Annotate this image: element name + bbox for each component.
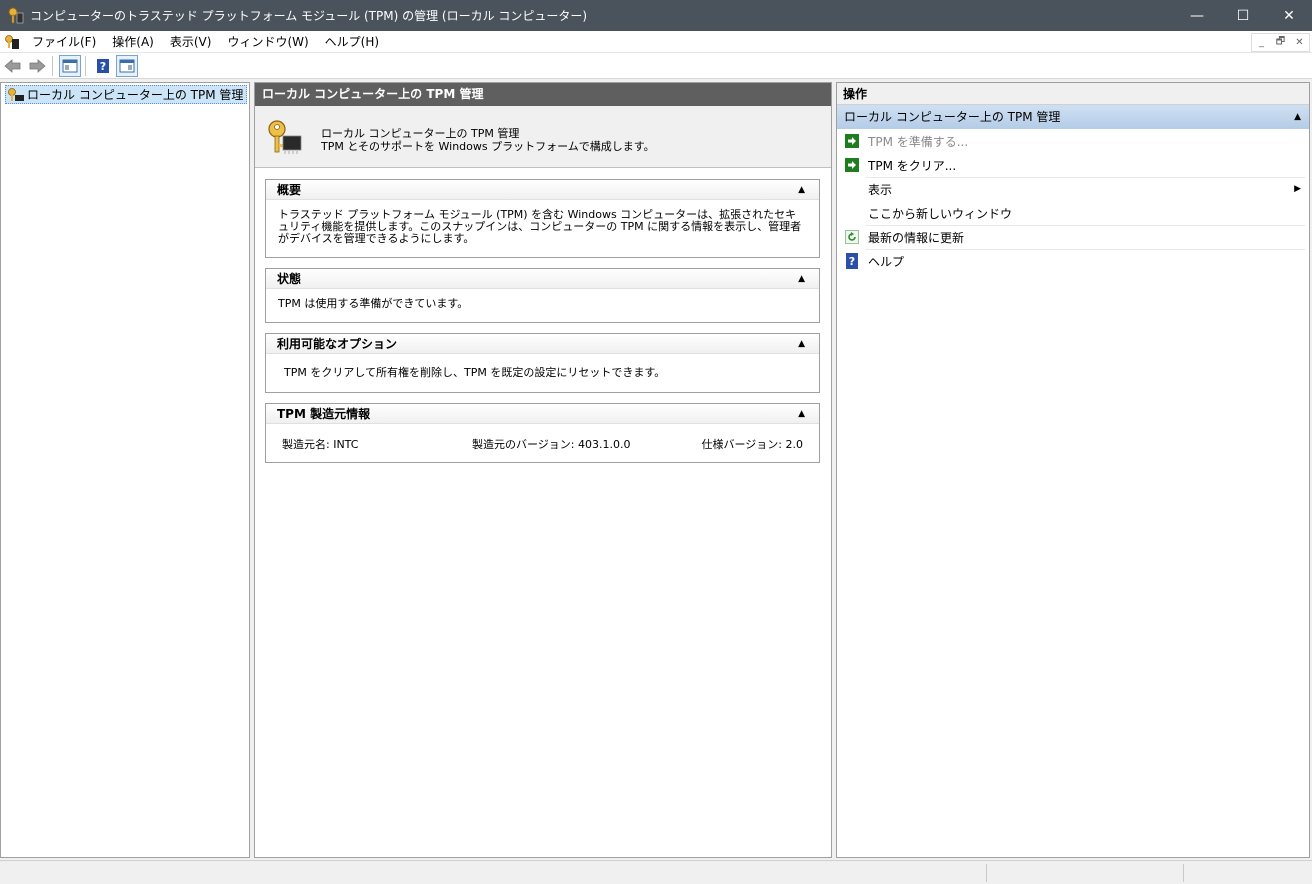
mdi-close-button[interactable]: ✕ [1290, 34, 1309, 51]
options-section-title: 利用可能なオプション [277, 337, 398, 351]
green-arrow-icon [844, 133, 860, 149]
menu-view[interactable]: 表示(V) [162, 31, 220, 53]
tree-item-tpm-management[interactable]: ローカル コンピューター上の TPM 管理 [5, 85, 248, 104]
show-hide-action-pane-button[interactable] [116, 54, 138, 77]
menu-action[interactable]: 操作(A) [104, 31, 162, 53]
action-view[interactable]: 表示 ▶ [837, 177, 1309, 201]
actions-group-label: ローカル コンピューター上の TPM 管理 [844, 110, 1061, 124]
overview-section: 概要 ▲ トラステッド プラットフォーム モジュール (TPM) を含む Win… [265, 179, 820, 258]
minimize-icon: — [1190, 7, 1204, 24]
actions-pane-header: 操作 [837, 83, 1309, 105]
close-icon: ✕ [1283, 7, 1295, 24]
submenu-arrow-icon: ▶ [1294, 184, 1301, 194]
svg-text:?: ? [849, 255, 855, 268]
toolbar-separator [52, 55, 53, 76]
actions-group-header[interactable]: ローカル コンピューター上の TPM 管理 ▲ [837, 105, 1309, 129]
tpm-app-icon [6, 6, 26, 26]
maximize-button[interactable]: ☐ [1220, 0, 1266, 31]
window-title: コンピューターのトラステッド プラットフォーム モジュール (TPM) の管理 … [30, 9, 588, 23]
menu-bar: ファイル(F) 操作(A) 表示(V) ウィンドウ(W) ヘルプ(H) _ 🗗 … [0, 31, 1312, 53]
overview-section-header[interactable]: 概要 ▲ [266, 180, 819, 200]
actions-pane: 操作 ローカル コンピューター上の TPM 管理 ▲ TPM を準備する... … [836, 82, 1310, 858]
snapin-intro: ローカル コンピューター上の TPM 管理 TPM とそのサポートを Windo… [255, 106, 831, 168]
toolbar: ? [0, 53, 1312, 79]
toolbar-separator [85, 55, 86, 76]
collapse-caret-icon: ▲ [1294, 112, 1301, 122]
action-new-window[interactable]: ここから新しいウィンドウ [837, 201, 1309, 225]
green-arrow-icon [844, 157, 860, 173]
tree-item-label: ローカル コンピューター上の TPM 管理 [27, 88, 244, 102]
action-help[interactable]: ? ヘルプ [837, 249, 1309, 273]
mdi-restore-button[interactable]: 🗗 [1271, 34, 1290, 51]
manufacturer-name: 製造元名: INTC [282, 438, 359, 451]
action-label: 表示 [868, 182, 893, 197]
intro-description: TPM とそのサポートを Windows プラットフォームで構成します。 [321, 140, 655, 153]
show-hide-console-tree-icon [62, 59, 78, 72]
maximize-icon: ☐ [1236, 7, 1250, 24]
title-bar: コンピューターのトラステッド プラットフォーム モジュール (TPM) の管理 … [0, 0, 1312, 31]
menu-window[interactable]: ウィンドウ(W) [219, 31, 316, 53]
manufacturer-version: 製造元のバージョン: 403.1.0.0 [472, 438, 631, 451]
results-pane: ローカル コンピューター上の TPM 管理 ローカル コンピューター上の TPM… [254, 82, 832, 858]
status-section: 状態 ▲ TPM は使用する準備ができています。 [265, 268, 820, 323]
action-label: TPM を準備する... [868, 134, 969, 149]
overview-section-title: 概要 [277, 183, 302, 197]
collapse-caret-icon: ▲ [798, 339, 805, 349]
action-clear-tpm[interactable]: TPM をクリア... [837, 153, 1309, 177]
forward-button[interactable] [26, 55, 48, 77]
status-bar [0, 860, 1312, 884]
svg-text:?: ? [100, 60, 106, 73]
refresh-icon [844, 229, 860, 245]
action-label: ここから新しいウィンドウ [868, 206, 1013, 221]
console-document-icon[interactable] [4, 34, 20, 50]
forward-arrow-icon [29, 58, 46, 73]
results-pane-header: ローカル コンピューター上の TPM 管理 [255, 83, 831, 106]
console-tree-pane: ローカル コンピューター上の TPM 管理 [0, 82, 250, 858]
options-text: TPM をクリアして所有権を削除し、TPM を既定の設定にリセットできます。 [284, 366, 666, 379]
status-bar-separator [986, 864, 987, 882]
action-label: 最新の情報に更新 [868, 230, 965, 245]
manufacturer-section-header[interactable]: TPM 製造元情報 ▲ [266, 404, 819, 424]
status-section-title: 状態 [277, 272, 302, 286]
specification-version: 仕様バージョン: 2.0 [701, 438, 803, 451]
minimize-button[interactable]: — [1174, 0, 1220, 31]
action-prepare-tpm[interactable]: TPM を準備する... [837, 129, 1309, 153]
status-bar-separator [1183, 864, 1184, 882]
menu-help[interactable]: ヘルプ(H) [317, 31, 387, 53]
status-section-header[interactable]: 状態 ▲ [266, 269, 819, 289]
collapse-caret-icon: ▲ [798, 274, 805, 284]
close-button[interactable]: ✕ [1266, 0, 1312, 31]
help-icon: ? [844, 253, 860, 269]
action-label: TPM をクリア... [868, 158, 957, 173]
options-section-header[interactable]: 利用可能なオプション ▲ [266, 334, 819, 354]
action-label: ヘルプ [868, 254, 905, 269]
options-section: 利用可能なオプション ▲ TPM をクリアして所有権を削除し、TPM を既定の設… [265, 333, 820, 393]
collapse-caret-icon: ▲ [798, 185, 805, 195]
tpm-key-chip-icon [7, 87, 25, 103]
overview-text: トラステッド プラットフォーム モジュール (TPM) を含む Windows … [278, 208, 802, 245]
help-icon: ? [97, 58, 109, 73]
collapse-caret-icon: ▲ [798, 409, 805, 419]
tpm-key-chip-icon [265, 118, 303, 156]
help-button[interactable]: ? [92, 55, 114, 77]
back-arrow-icon [4, 58, 21, 73]
show-hide-console-tree-button[interactable] [59, 54, 81, 77]
mdi-minimize-button[interactable]: _ [1252, 34, 1271, 51]
back-button[interactable] [2, 55, 24, 77]
menu-file[interactable]: ファイル(F) [24, 31, 104, 53]
status-text: TPM は使用する準備ができています。 [278, 297, 469, 310]
manufacturer-section-title: TPM 製造元情報 [277, 407, 371, 421]
show-hide-action-pane-icon [119, 59, 135, 72]
action-refresh[interactable]: 最新の情報に更新 [837, 225, 1309, 249]
manufacturer-section: TPM 製造元情報 ▲ 製造元名: INTC 製造元のバージョン: 403.1.… [265, 403, 820, 463]
